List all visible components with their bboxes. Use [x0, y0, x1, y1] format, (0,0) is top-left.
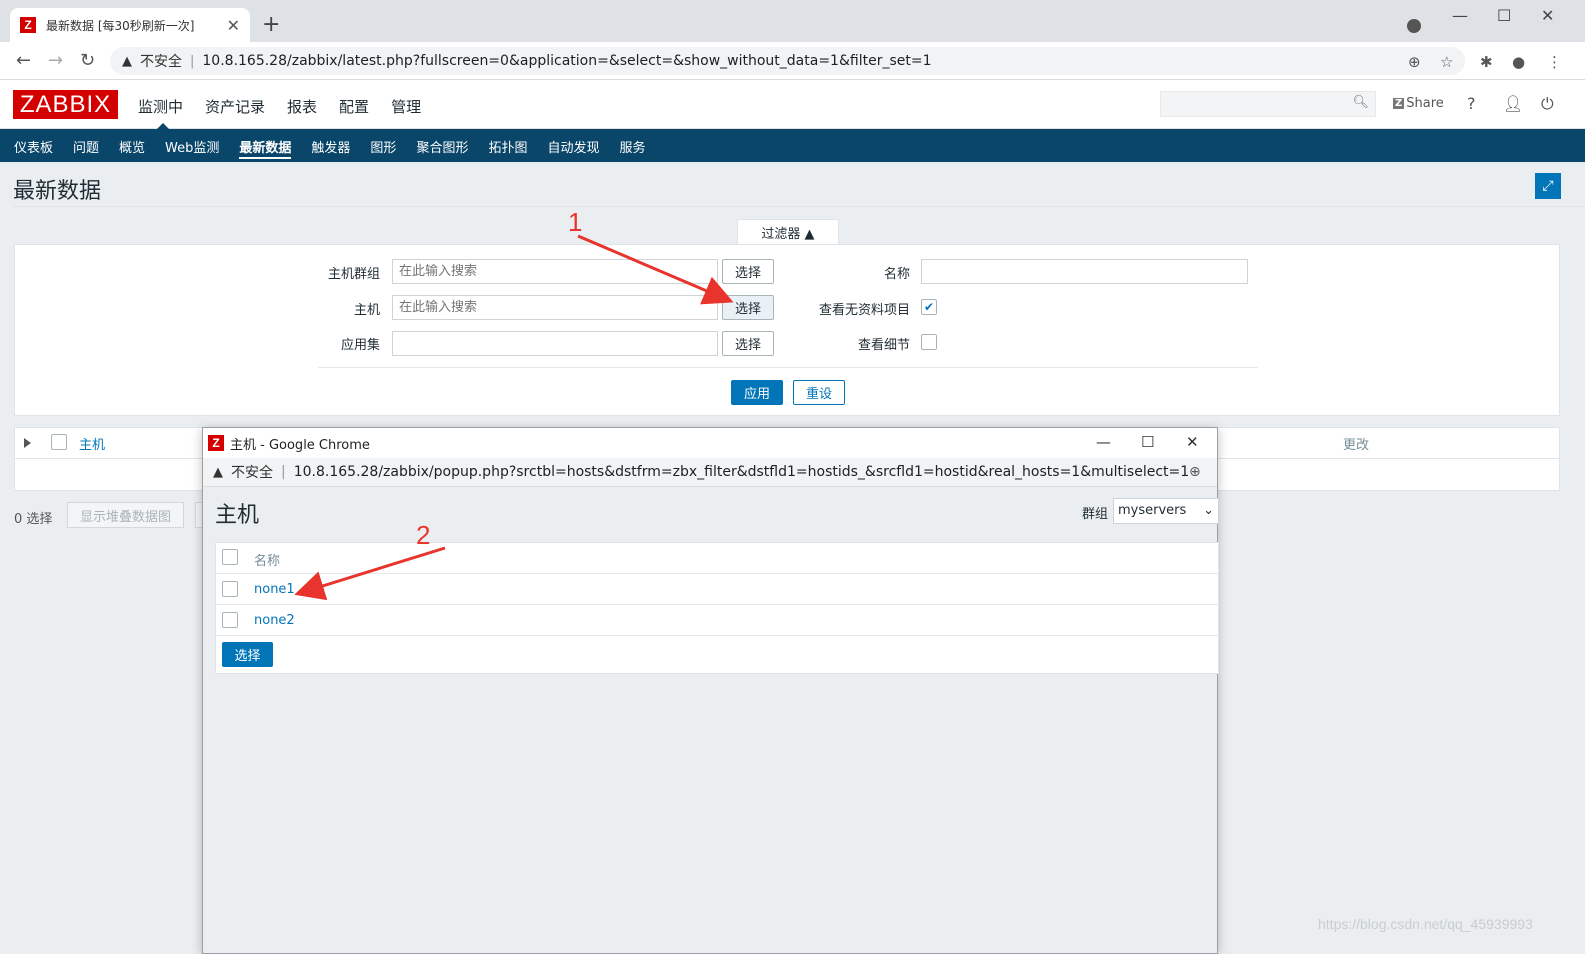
annotation-arrow-2 — [294, 546, 446, 601]
watermark: https://blog.csdn.net/qq_45939993 — [1318, 916, 1533, 932]
annotation-arrow-1 — [577, 234, 734, 305]
annotation-arrows — [294, 234, 734, 601]
